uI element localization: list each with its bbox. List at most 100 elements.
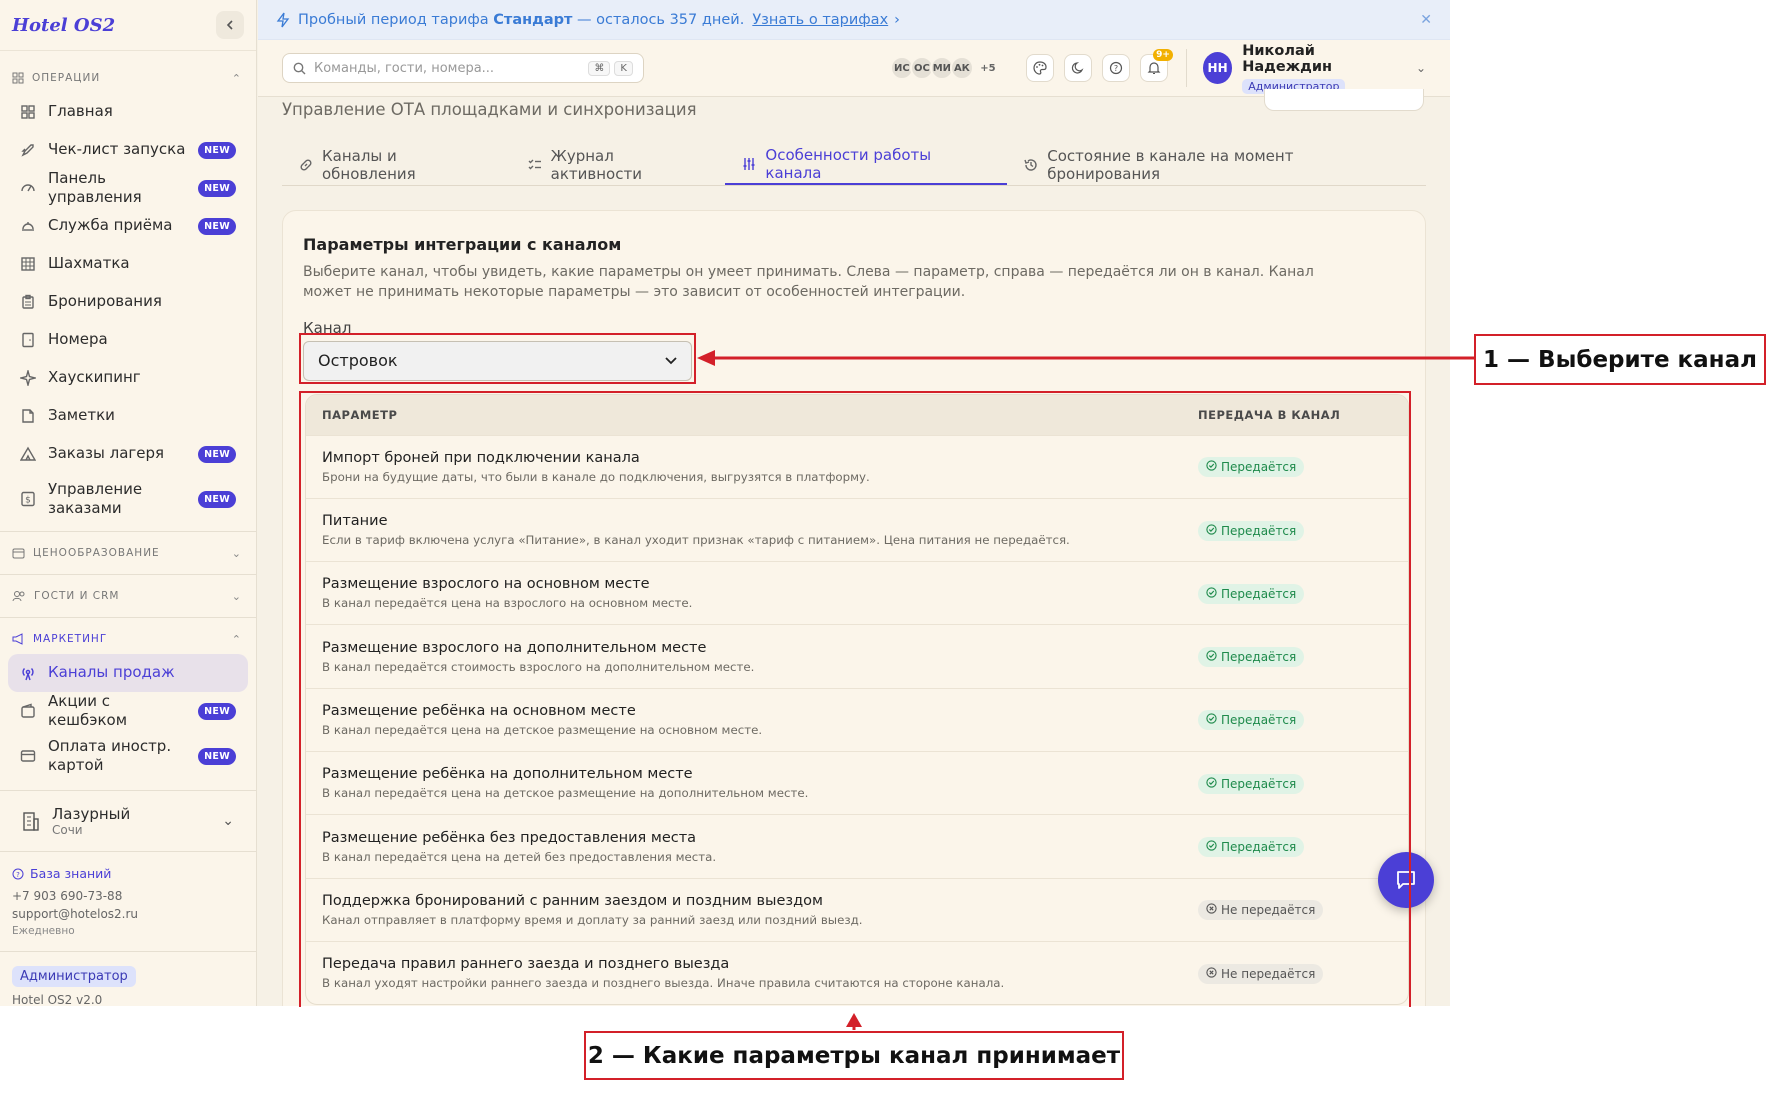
sidebar-item-table[interactable]: Шахматка bbox=[8, 245, 248, 283]
note-icon bbox=[20, 408, 36, 424]
sidebar: Hotel OS2 Операции ⌃ Главная Чек-лист зап… bbox=[0, 0, 257, 1006]
sidebar-item-bell-service[interactable]: Служба приёма NEW bbox=[8, 207, 248, 245]
layout-icon bbox=[12, 72, 24, 84]
sidebar-item-tent[interactable]: Заказы лагеря NEW bbox=[8, 435, 248, 473]
knowledge-base-link[interactable]: ? База знаний bbox=[12, 866, 244, 881]
new-badge: NEW bbox=[198, 445, 236, 463]
sidebar-group-operations[interactable]: Операции ⌃ bbox=[0, 63, 256, 93]
sparkle-icon bbox=[20, 370, 36, 386]
integration-description: Выберите канал, чтобы увидеть, какие пар… bbox=[303, 264, 1314, 301]
theme-button[interactable] bbox=[1063, 54, 1092, 82]
sidebar-item-clipboard[interactable]: Бронирования bbox=[8, 283, 248, 321]
card-icon bbox=[20, 748, 36, 764]
sidebar-item-label: Главная bbox=[48, 102, 113, 121]
link-icon bbox=[298, 157, 314, 173]
table-icon bbox=[20, 256, 36, 272]
sidebar-group-label: Операции bbox=[32, 72, 101, 84]
sidebar-item-label: Шахматка bbox=[48, 254, 130, 273]
trial-suffix: — осталось 357 дней. bbox=[577, 11, 745, 28]
help-button[interactable]: ? bbox=[1101, 54, 1130, 82]
hotel-city: Сочи bbox=[52, 823, 83, 837]
sidebar-group-label: Маркетинг bbox=[33, 633, 108, 645]
chevron-down-icon: ⌄ bbox=[231, 546, 242, 560]
moon-icon bbox=[1071, 62, 1084, 74]
hotel-selector[interactable]: Лазурный Сочи ⌄ bbox=[8, 799, 248, 843]
annotation-box-params-table bbox=[299, 391, 1411, 1007]
header-action-button[interactable] bbox=[1264, 89, 1424, 111]
bell-icon bbox=[1147, 62, 1161, 74]
chevron-left-icon bbox=[226, 20, 233, 30]
close-icon[interactable]: ✕ bbox=[1420, 12, 1432, 28]
annotation-label-1: 1 — Выберите канал bbox=[1474, 334, 1766, 385]
sidebar-group-pricing[interactable]: Ценообразование ⌄ bbox=[0, 538, 256, 568]
notification-count: 9+ bbox=[1153, 49, 1173, 61]
sidebar-header: Hotel OS2 bbox=[0, 0, 256, 51]
sidebar-item-label: Каналы продаж bbox=[48, 663, 175, 682]
chevron-down-icon: ⌄ bbox=[231, 589, 242, 603]
palette-button[interactable] bbox=[1025, 54, 1054, 82]
sidebar-group-marketing[interactable]: Маркетинг ⌃ bbox=[0, 624, 256, 654]
chevron-up-icon: ⌃ bbox=[231, 632, 242, 646]
chevron-down-icon: ⌄ bbox=[1415, 61, 1426, 75]
search-placeholder: Команды, гости, номера... bbox=[314, 60, 495, 76]
sidebar-group-guests[interactable]: Гости и CRM ⌄ bbox=[0, 581, 256, 611]
role-badge: Администратор bbox=[12, 966, 136, 987]
tab-sliders[interactable]: Особенности работы канала bbox=[725, 145, 1008, 185]
lightning-icon bbox=[276, 12, 290, 27]
chevron-up-icon: ⌃ bbox=[231, 71, 242, 85]
sidebar-marketing-list: Каналы продаж Акции с кешбэком NEW Оплата и… bbox=[0, 654, 256, 782]
new-badge: NEW bbox=[198, 702, 236, 720]
gauge-icon bbox=[20, 180, 36, 196]
broadcast-icon bbox=[20, 665, 36, 681]
sidebar-item-label: Служба приёма bbox=[48, 216, 173, 235]
sidebar-item-label: Управление заказами bbox=[48, 479, 143, 518]
divider bbox=[0, 531, 256, 532]
megaphone-icon bbox=[12, 633, 23, 645]
trial-banner: Пробный период тарифа Стандарт — осталос… bbox=[258, 0, 1450, 40]
online-users[interactable]: ИС ОС МИ АК +5 bbox=[889, 56, 1000, 80]
new-badge: NEW bbox=[198, 217, 236, 235]
arrow-head-2 bbox=[846, 1013, 862, 1027]
command-search[interactable]: Команды, гости, номера... ⌘ K bbox=[282, 53, 644, 83]
sidebar-item-gauge[interactable]: Панель управления NEW bbox=[8, 169, 248, 207]
pricing-link[interactable]: Узнать о тарифах bbox=[752, 12, 888, 28]
tab-list-check[interactable]: Журнал активности bbox=[511, 145, 726, 185]
annotation-box-channel-select bbox=[299, 333, 696, 384]
support-phone[interactable]: +7 903 690-73-88 bbox=[12, 889, 244, 903]
divider bbox=[0, 574, 256, 575]
sidebar-item-card[interactable]: Оплата иностр. картой NEW bbox=[8, 730, 248, 782]
sidebar-item-label: Оплата иностр. картой bbox=[48, 736, 172, 775]
clipboard-icon bbox=[20, 294, 36, 310]
more-users-count[interactable]: +5 bbox=[976, 56, 1000, 80]
collapse-sidebar-button[interactable] bbox=[216, 11, 244, 39]
sidebar-item-label: Бронирования bbox=[48, 292, 162, 311]
sidebar-item-label: Заказы лагеря bbox=[48, 444, 165, 463]
sidebar-item-note[interactable]: Заметки bbox=[8, 397, 248, 435]
sidebar-item-door[interactable]: Номера bbox=[8, 321, 248, 359]
sidebar-item-sparkle[interactable]: Хаускипинг bbox=[8, 359, 248, 397]
tab-history[interactable]: Состояние в канале на момент бронировани… bbox=[1007, 145, 1426, 185]
notifications-button[interactable]: 9+ bbox=[1139, 49, 1173, 82]
annotation-label-2: 2 — Какие параметры канал принимает bbox=[584, 1031, 1124, 1080]
sidebar-group-label: Гости и CRM bbox=[34, 590, 120, 602]
avatar[interactable]: АК bbox=[949, 56, 974, 80]
sidebar-item-dollar[interactable]: $ Управление заказами NEW bbox=[8, 473, 248, 525]
sidebar-item-wallet[interactable]: Акции с кешбэком NEW bbox=[8, 692, 248, 730]
sidebar-item-label: Чек-лист запуска bbox=[48, 140, 186, 159]
trial-plan: Стандарт bbox=[493, 11, 573, 28]
sidebar-item-rocket[interactable]: Чек-лист запуска NEW bbox=[8, 131, 248, 169]
app-logo[interactable]: Hotel OS2 bbox=[12, 15, 115, 36]
support-hours: Ежедневно bbox=[12, 925, 75, 937]
door-icon bbox=[20, 332, 36, 348]
user-menu[interactable]: НН Николай Надеждин Администратор ⌄ bbox=[1185, 43, 1426, 94]
list-check-icon bbox=[527, 157, 543, 173]
sidebar-item-label: Хаускипинг bbox=[48, 368, 141, 387]
trial-prefix: Пробный период тарифа bbox=[298, 11, 489, 28]
tab-link[interactable]: Каналы и обновления bbox=[282, 145, 511, 185]
new-badge: NEW bbox=[198, 490, 236, 508]
divider bbox=[0, 951, 256, 952]
user-name: Николай Надеждин bbox=[1242, 42, 1333, 75]
sidebar-item-grid[interactable]: Главная bbox=[8, 93, 248, 131]
support-email[interactable]: support@hotelos2.ru bbox=[12, 907, 244, 921]
sidebar-item-broadcast[interactable]: Каналы продаж bbox=[8, 654, 248, 692]
